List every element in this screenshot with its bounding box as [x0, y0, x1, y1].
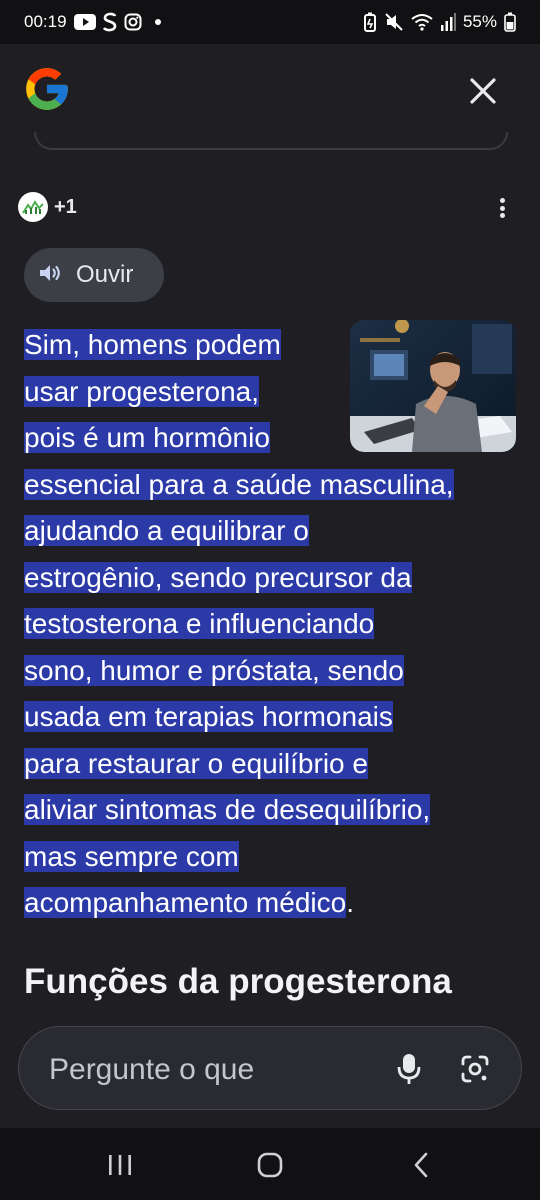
home-button[interactable] — [250, 1148, 290, 1182]
google-lens-icon — [461, 1055, 489, 1083]
answer-line-text: Sim, homens podem — [24, 329, 281, 360]
close-button[interactable] — [464, 72, 502, 110]
notification-dot — [154, 19, 161, 25]
more-dot — [499, 213, 505, 218]
source-logo-icon — [22, 200, 44, 214]
system-nav-bar — [0, 1128, 540, 1200]
answer-line: aliviar sintomas de desequilíbrio, — [24, 787, 524, 834]
battery-saver-icon — [363, 12, 377, 32]
wifi-icon — [411, 13, 433, 31]
answer-line-text: mas sempre com — [24, 840, 239, 872]
section-heading: Funções da progesterona — [24, 962, 452, 1001]
status-bar: 00:19 55% — [0, 0, 540, 44]
header — [0, 44, 540, 154]
battery-percent: 55% — [462, 12, 497, 31]
answer-line: essencial para a saúde masculina, — [24, 462, 524, 509]
mute-icon — [384, 12, 404, 32]
answer-line: ajudando a equilibrar o — [24, 508, 524, 555]
listen-label: Ouvir — [76, 261, 134, 288]
more-dot — [499, 198, 505, 203]
ask-bar[interactable] — [18, 1026, 522, 1110]
answer-line: acompanhamento médico. — [24, 880, 524, 927]
google-logo[interactable] — [22, 64, 72, 114]
youtube-icon — [73, 14, 96, 30]
answer-line: usar progesterona, — [24, 369, 334, 416]
answer-period: . — [346, 887, 354, 918]
recent-apps-icon — [109, 1155, 131, 1175]
home-icon — [257, 1152, 283, 1178]
recent-apps-button[interactable] — [100, 1148, 140, 1182]
ask-input[interactable] — [49, 1049, 369, 1091]
answer-line-text: essencial para a saúde masculina, — [24, 468, 454, 500]
close-icon — [470, 78, 496, 104]
answer-line-text: aliviar sintomas de desequilíbrio, — [24, 794, 431, 825]
answer-line-text: usar progesterona, — [24, 375, 260, 407]
answer-line: sono, humor e próstata, sendo — [24, 648, 524, 695]
mic-button[interactable] — [387, 1047, 431, 1091]
answer-line: Sim, homens podem — [24, 322, 334, 369]
sources-row[interactable]: +1 — [18, 190, 77, 224]
answer-line: para restaurar o equilíbrio e — [24, 741, 524, 788]
answer-line-text: sono, humor e próstata, sendo — [24, 654, 404, 686]
s-app-icon — [102, 12, 117, 32]
speaker-icon — [38, 262, 64, 289]
answer-line-text: acompanhamento médico — [24, 887, 347, 918]
listen-button[interactable]: Ouvir — [24, 248, 164, 302]
answer-line-text: pois é um hormônio — [24, 422, 270, 453]
more-options-button[interactable] — [490, 194, 514, 222]
back-icon — [414, 1152, 428, 1178]
answer-line: estrogênio, sendo precursor da — [24, 555, 524, 602]
answer-line-text: estrogênio, sendo precursor da — [24, 561, 412, 593]
more-dot — [499, 205, 505, 211]
ai-answer-text: Sim, homens podem usar progesterona, poi… — [24, 322, 524, 927]
mic-icon — [397, 1054, 421, 1084]
back-button[interactable] — [402, 1148, 442, 1182]
signal-icon — [440, 13, 456, 31]
lens-button[interactable] — [453, 1047, 497, 1091]
search-box-edge — [34, 132, 508, 150]
battery-icon — [504, 12, 516, 32]
source-avatar[interactable] — [18, 192, 48, 222]
answer-line: usada em terapias hormonais — [24, 694, 524, 741]
instagram-icon — [124, 13, 142, 31]
answer-line-text: usada em terapias hormonais — [24, 701, 393, 732]
answer-line-text: ajudando a equilibrar o — [24, 515, 309, 546]
answer-line-text: testosterona e influenciando — [24, 608, 375, 639]
answer-line: pois é um hormônio — [24, 415, 334, 462]
answer-line: mas sempre com — [24, 834, 524, 881]
answer-line: testosterona e influenciando — [24, 601, 524, 648]
sources-count: +1 — [54, 195, 77, 218]
status-time: 00:19 — [24, 12, 67, 31]
answer-line-text: para restaurar o equilíbrio e — [24, 747, 368, 779]
